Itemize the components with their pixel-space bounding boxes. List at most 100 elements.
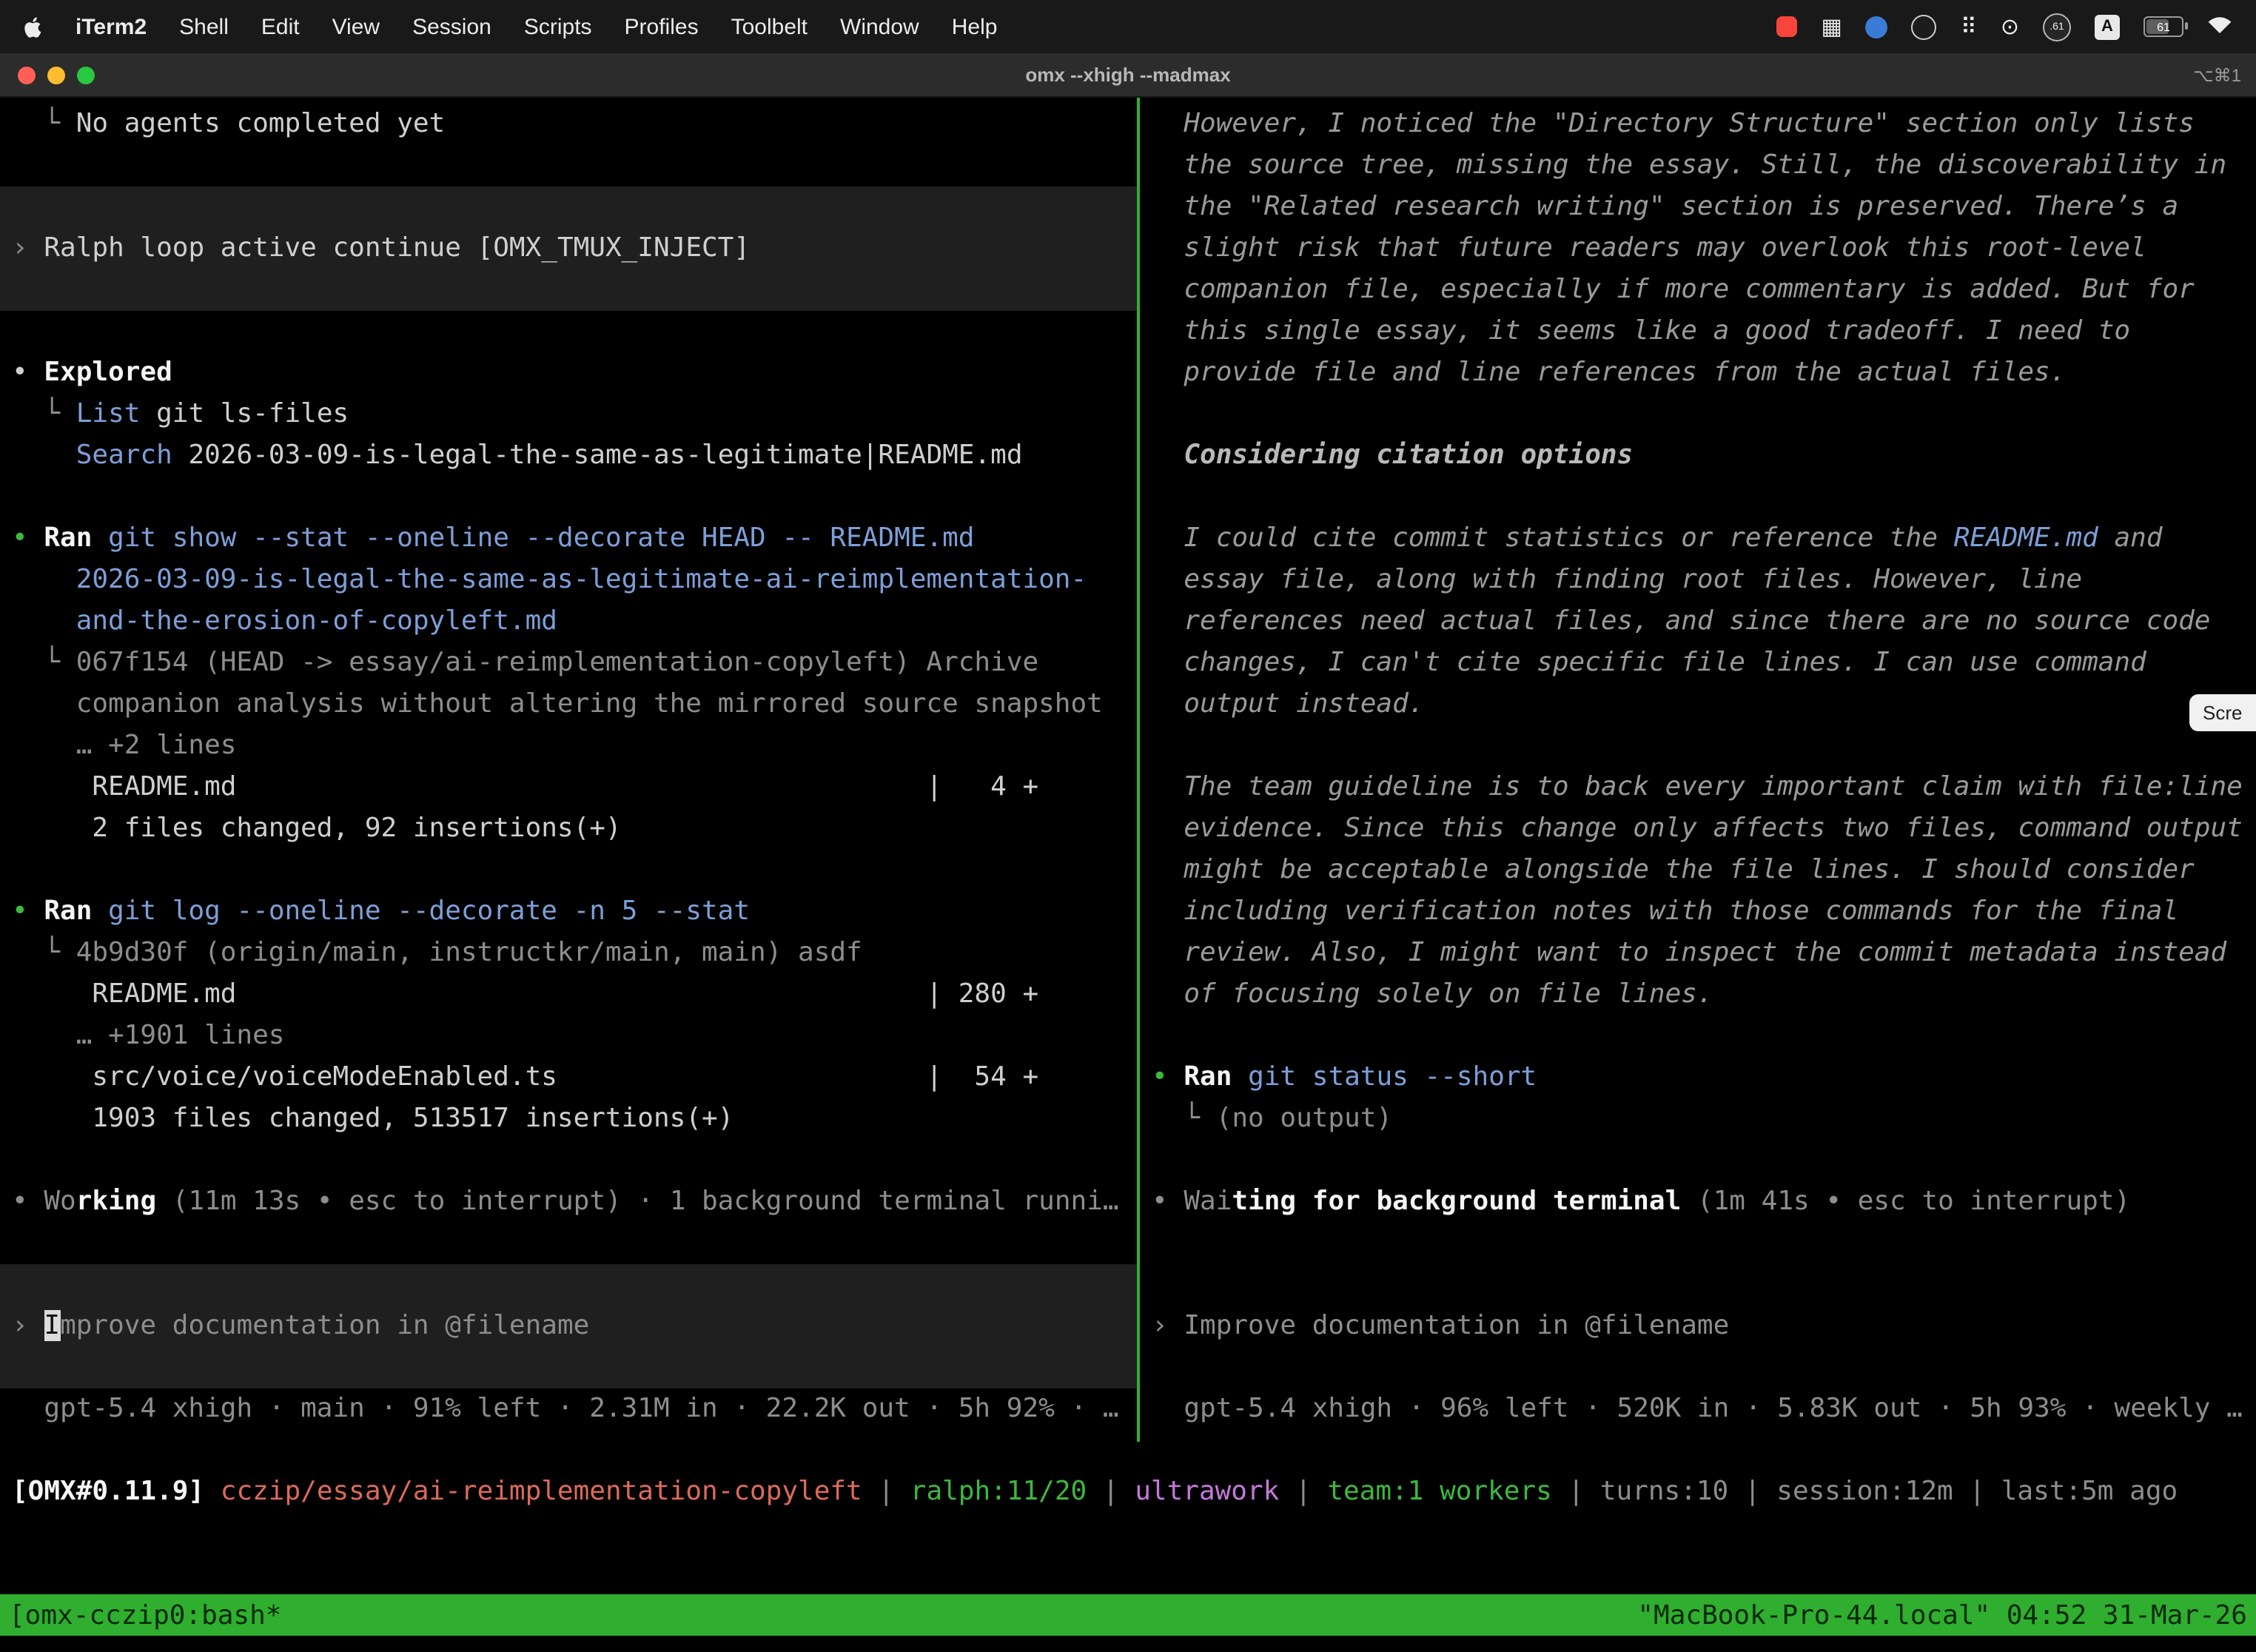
text-segment: •: [12, 896, 44, 927]
text-segment: companion analysis without altering the …: [12, 688, 1103, 719]
terminal-line: [0, 269, 1137, 311]
text-segment: ting for background terminal: [1232, 1186, 1681, 1217]
text-segment: •: [12, 523, 44, 554]
terminal-line: including verification notes with those …: [1140, 891, 2256, 933]
text-segment: and: [2098, 523, 2163, 554]
text-segment: |: [862, 1476, 910, 1507]
terminal-line: [0, 477, 1137, 518]
terminal-line: [0, 187, 1137, 228]
window-title-bar[interactable]: omx --xhigh --madmax ⌥⌘1: [0, 53, 2256, 98]
text-segment: └ 067f154 (HEAD -> essay/ai-reimplementa…: [12, 647, 1038, 678]
wifi-icon[interactable]: [2207, 14, 2232, 39]
macos-menu-bar: iTerm2ShellEditViewSessionScriptsProfile…: [0, 0, 2256, 53]
battery-percent-app-icon[interactable]: .61: [2043, 13, 2071, 41]
terminal-line: [0, 311, 1137, 352]
text-segment: 2026-03-09-is-legal-the-same-as-legitima…: [172, 440, 1023, 471]
battery-icon[interactable]: 61: [2143, 16, 2183, 37]
text-segment: cczip/essay/ai-reimplementation-copyleft: [221, 1476, 862, 1507]
text-segment: README.md | 280 +: [12, 978, 1038, 1010]
ran-git-log-header: • Ran git log --oneline --decorate -n 5 …: [0, 891, 1137, 933]
text-segment: |: [1279, 1476, 1327, 1507]
screen-share-overlay-button[interactable]: Scre: [2189, 694, 2256, 731]
blue-app-icon[interactable]: [1866, 16, 1888, 38]
terminal-line: … +1901 lines: [0, 1015, 1137, 1057]
text-segment: gpt-5.4 xhigh · 96% left · 520K in · 5.8…: [1152, 1393, 2243, 1424]
text-segment: List: [76, 398, 141, 429]
text-segment: ralph:11/20: [910, 1476, 1087, 1507]
text-segment: references need actual files, and since …: [1152, 605, 2211, 637]
text-segment: git ls-files: [140, 398, 349, 429]
text-segment: 1903 files changed, 513517 insertions(+): [12, 1103, 733, 1134]
text-segment: No agents completed yet: [76, 108, 446, 139]
menu-item-shell[interactable]: Shell: [163, 14, 245, 39]
terminal-line: 2 files changed, 92 insertions(+): [0, 808, 1137, 850]
terminal-line: └ 067f154 (HEAD -> essay/ai-reimplementa…: [0, 642, 1137, 684]
command-input-line[interactable]: › Improve documentation in @filename: [0, 1306, 1137, 1347]
text-segment: |: [1953, 1476, 2001, 1507]
terminal-line: [1140, 1264, 2256, 1306]
terminal-line: [0, 1223, 1137, 1264]
terminal-line: The team guideline is to back every impo…: [1140, 767, 2256, 808]
text-segment: of focusing solely on file lines.: [1152, 978, 1713, 1010]
terminal-pane-left[interactable]: └ No agents completed yet› Ralph loop ac…: [0, 98, 1137, 1442]
terminal-line: the source tree, missing the essay. Stil…: [1140, 145, 2256, 187]
terminal-line: this single essay, it seems like a good …: [1140, 311, 2256, 352]
terminal-line: the "Related research writing" section i…: [1140, 187, 2256, 228]
terminal-line: companion file, especially if more comme…: [1140, 269, 2256, 311]
menu-item-session[interactable]: Session: [396, 14, 508, 39]
grid-window-icon[interactable]: ▦: [1821, 16, 1842, 38]
tmux-status-bar: [omx-cczip0:bash* "MacBook-Pro-44.local"…: [0, 1594, 2256, 1636]
screen: iTerm2ShellEditViewSessionScriptsProfile…: [0, 0, 2256, 1652]
menu-item-window[interactable]: Window: [824, 14, 936, 39]
screen-recording-indicator[interactable]: [1776, 16, 1797, 37]
text-segment: and-the-erosion-of-copyleft.md: [12, 605, 557, 637]
terminal-line: [0, 850, 1137, 891]
terminal-pane-right[interactable]: However, I noticed the "Directory Struct…: [1140, 98, 2256, 1442]
ralph-loop-injected-prompt[interactable]: › Ralph loop active continue [OMX_TMUX_I…: [0, 228, 1137, 269]
menu-item-profiles[interactable]: Profiles: [608, 14, 715, 39]
text-segment: └ 4b9d30f (origin/main, instructkr/main,…: [12, 937, 862, 968]
terminal-line: of focusing solely on file lines.: [1140, 974, 2256, 1015]
text-segment: session:12m: [1776, 1476, 1953, 1507]
thinking-section-header: Considering citation options: [1140, 435, 2256, 477]
model-status-line: gpt-5.4 xhigh · main · 91% left · 2.31M …: [0, 1389, 1137, 1430]
terminal-line: might be acceptable alongside the file l…: [1140, 850, 2256, 891]
terminal-line: provide file and line references from th…: [1140, 352, 2256, 394]
text-segment: team:1 workers: [1327, 1476, 1551, 1507]
text-segment: [12, 440, 76, 471]
text-segment: Considering citation options: [1152, 440, 1633, 471]
text-segment: provide file and line references from th…: [1152, 357, 2066, 388]
text-segment: 2 files changed, 92 insertions(+): [12, 813, 622, 844]
text-segment: ultrawork: [1135, 1476, 1279, 1507]
menu-item-iterm2[interactable]: iTerm2: [59, 14, 163, 39]
menu-item-edit[interactable]: Edit: [245, 14, 316, 39]
terminal-line: [1140, 1347, 2256, 1389]
ran-git-status-header: • Ran git status --short: [1140, 1057, 2256, 1098]
working-status-line: • Working (11m 13s • esc to interrupt) ·…: [0, 1181, 1137, 1223]
menu-item-scripts[interactable]: Scripts: [508, 14, 608, 39]
text-segment: the source tree, missing the essay. Stil…: [1152, 150, 2226, 181]
text-segment: git show --stat --oneline --decorate HEA…: [92, 523, 974, 554]
terminal-line: changes, I can't cite specific file line…: [1140, 642, 2256, 684]
text-segment: mprove documentation in @filename: [60, 1310, 589, 1341]
dots-grid-icon[interactable]: ⠿: [1961, 16, 1977, 38]
menu-item-toolbelt[interactable]: Toolbelt: [715, 14, 824, 39]
text-segment: output instead.: [1152, 688, 1424, 719]
apple-menu-icon[interactable]: [0, 14, 59, 39]
menu-item-view[interactable]: View: [316, 14, 397, 39]
dark-app-icon[interactable]: [1912, 14, 1937, 39]
menu-item-help[interactable]: Help: [936, 14, 1014, 39]
window-title: omx --xhigh --madmax: [0, 64, 2256, 86]
text-segment: Ran: [44, 523, 92, 554]
text-segment: (1m 41s • esc to interrupt): [1681, 1186, 2130, 1217]
text-segment: (11m 13s • esc to interrupt) · 1 backgro…: [156, 1186, 1118, 1217]
keyhole-app-icon[interactable]: ⊙: [2001, 16, 2019, 38]
input-source-icon[interactable]: A: [2095, 14, 2120, 39]
command-input-line[interactable]: › Improve documentation in @filename: [1140, 1306, 2256, 1347]
text-segment: Ran: [44, 896, 92, 927]
menu-bar-status-icons: ▦ ⠿ ⊙ .61 A 61: [1776, 13, 2256, 41]
text-segment: › Improve documentation in @filename: [1152, 1310, 1729, 1341]
text-segment: last:5m ago: [2001, 1476, 2178, 1507]
terminal-line: src/voice/voiceModeEnabled.ts | 54 +: [0, 1057, 1137, 1098]
text-segment: •: [12, 1186, 44, 1217]
